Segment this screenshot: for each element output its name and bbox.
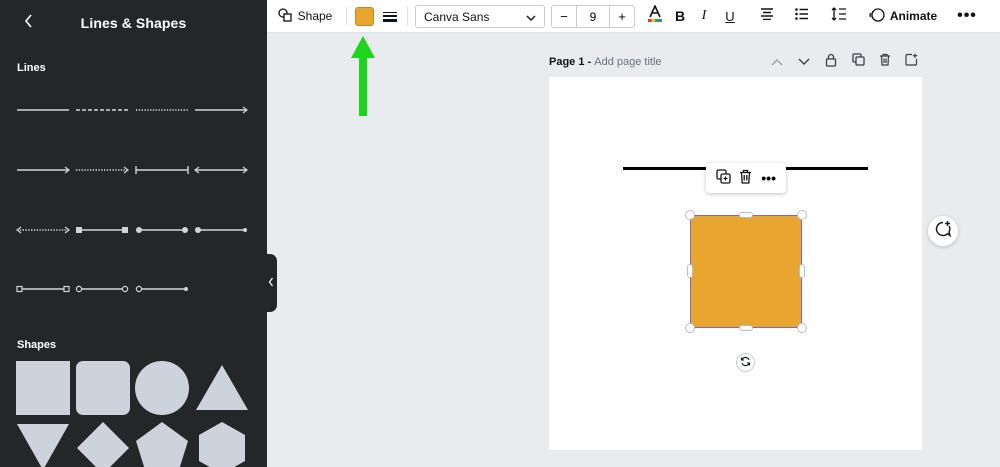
line-style-dotted[interactable]: [134, 99, 190, 121]
line-style-dashed[interactable]: [74, 99, 130, 121]
toolbar-divider: [346, 7, 347, 25]
bold-button[interactable]: B: [669, 4, 691, 28]
side-panel: Lines & Shapes Lines Shapes: [0, 0, 267, 467]
resize-handle-bottom-left[interactable]: [685, 323, 695, 333]
page-title: Page 1: [549, 56, 585, 68]
line-style-bar-ends[interactable]: [134, 159, 190, 181]
page-title-separator: -: [584, 56, 595, 68]
line-style-circle-open-dot[interactable]: [134, 278, 190, 300]
add-page-button[interactable]: [903, 53, 919, 71]
resize-handle-top-right[interactable]: [797, 210, 807, 220]
panel-header: Lines & Shapes: [0, 0, 267, 46]
border-style-button[interactable]: [381, 8, 399, 26]
line-style-open-circle-ends[interactable]: [74, 278, 130, 300]
animate-button[interactable]: Animate: [867, 4, 939, 28]
duplicate-element-button[interactable]: [713, 168, 733, 188]
shape-option-diamond[interactable]: [75, 420, 131, 467]
delete-page-button[interactable]: [877, 53, 893, 71]
font-name: Canva Sans: [424, 9, 490, 24]
resize-handle-bottom-right[interactable]: [797, 323, 807, 333]
chevron-down-icon: [798, 53, 810, 71]
align-center-button[interactable]: [756, 4, 778, 28]
line-style-double-arrow[interactable]: [193, 159, 249, 181]
lock-page-button[interactable]: [823, 53, 839, 72]
add-page-icon: [904, 53, 918, 71]
list-button[interactable]: [791, 4, 813, 28]
collapse-panel-handle[interactable]: [264, 254, 277, 312]
more-options-button[interactable]: •••: [955, 4, 979, 28]
context-menu: •••: [706, 163, 786, 193]
element-more-button[interactable]: •••: [759, 168, 779, 188]
resize-handle-top[interactable]: [739, 212, 753, 218]
line-style-solid-arrow[interactable]: [193, 99, 249, 121]
animate-label: Animate: [889, 9, 938, 23]
chevron-up-icon: [771, 53, 783, 71]
shape-option-square[interactable]: [15, 360, 71, 416]
resize-handle-top-left[interactable]: [685, 210, 695, 220]
page-header: Page 1 - Add page title: [549, 56, 662, 68]
line-style-dotted-double-arrow[interactable]: [15, 219, 71, 241]
stroke-line-icon: [383, 12, 397, 13]
chevron-down-icon: [526, 10, 536, 24]
font-family-select[interactable]: Canva Sans: [415, 5, 545, 28]
italic-button[interactable]: I: [693, 4, 715, 28]
font-size-value[interactable]: 9: [576, 6, 610, 27]
toolbar-divider: [407, 7, 408, 25]
shape-option-pentagon[interactable]: [134, 420, 190, 467]
resize-handle-left[interactable]: [687, 264, 693, 278]
spacing-button[interactable]: [828, 4, 850, 28]
shape-option-inverted-triangle[interactable]: [15, 420, 71, 467]
shape-button-label: Shape: [297, 9, 333, 23]
text-color-icon: [647, 3, 663, 28]
add-page-title-field[interactable]: Add page title: [594, 56, 661, 68]
panel-title: Lines & Shapes: [80, 15, 187, 31]
decrease-font-size-button[interactable]: −: [552, 6, 576, 27]
shapes-section-label: Shapes: [17, 339, 57, 351]
top-toolbar: Shape Canva Sans − 9 + B I U Animate •••: [267, 0, 1000, 33]
line-style-square-ends[interactable]: [74, 219, 130, 241]
resize-handle-bottom[interactable]: [739, 325, 753, 331]
duplicate-page-button[interactable]: [850, 53, 866, 71]
shape-option-triangle[interactable]: [194, 360, 250, 416]
annotation-arrow: [349, 34, 377, 120]
trash-icon: [879, 53, 891, 71]
move-page-up-button[interactable]: [769, 54, 785, 70]
comment-plus-icon: [934, 220, 952, 243]
shape-option-hexagon[interactable]: [194, 420, 250, 467]
selected-square-shape[interactable]: [690, 215, 802, 328]
align-center-icon: [760, 7, 774, 25]
shape-option-rounded-square[interactable]: [75, 360, 131, 416]
lock-icon: [825, 53, 837, 72]
line-style-circle-ends[interactable]: [134, 219, 190, 241]
delete-element-button[interactable]: [736, 168, 756, 188]
underline-button[interactable]: U: [719, 4, 741, 28]
duplicate-plus-icon: [716, 169, 731, 187]
fill-color-swatch[interactable]: [355, 7, 374, 26]
stroke-line-icon: [383, 19, 397, 22]
shape-option-circle[interactable]: [134, 360, 190, 416]
line-style-open-square-ends[interactable]: [15, 278, 71, 300]
bulleted-list-icon: [795, 7, 809, 25]
shape-icon: [277, 7, 292, 25]
resize-handle-right[interactable]: [799, 264, 805, 278]
move-page-down-button[interactable]: [796, 54, 812, 70]
lines-section-label: Lines: [17, 62, 46, 74]
text-color-button[interactable]: [644, 3, 666, 28]
rotate-icon: [740, 354, 751, 372]
line-spacing-icon: [831, 6, 847, 26]
chevron-left-small-icon: [268, 274, 274, 292]
duplicate-icon: [851, 53, 865, 71]
line-style-circle-end-dot[interactable]: [193, 219, 249, 241]
rotate-handle[interactable]: [736, 353, 755, 372]
increase-font-size-button[interactable]: +: [610, 6, 634, 27]
font-size-stepper: − 9 +: [551, 5, 635, 28]
shape-button[interactable]: Shape: [275, 4, 335, 28]
line-style-solid[interactable]: [15, 99, 71, 121]
line-style-solid-arrow[interactable]: [15, 159, 71, 181]
trash-icon: [739, 169, 752, 187]
animate-icon: [869, 7, 885, 26]
add-comment-button[interactable]: [928, 216, 958, 246]
stroke-line-icon: [383, 15, 397, 17]
line-style-dotted-arrow[interactable]: [74, 159, 130, 181]
